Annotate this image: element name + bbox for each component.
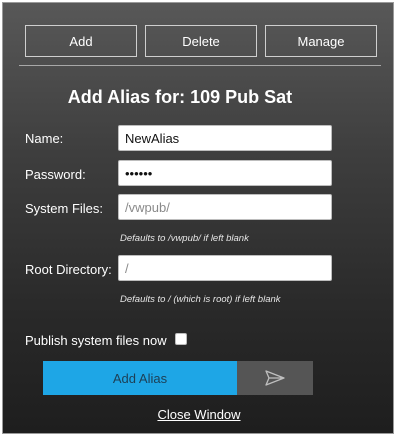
- publish-checkbox[interactable]: [175, 333, 187, 345]
- password-label: Password:: [25, 167, 86, 182]
- system-files-field[interactable]: [118, 194, 332, 220]
- name-label: Name:: [25, 131, 64, 146]
- manage-button[interactable]: Manage: [265, 25, 377, 57]
- add-alias-button[interactable]: Add Alias: [43, 361, 237, 395]
- form-title: Add Alias for: 109 Pub Sat: [67, 87, 293, 107]
- send-button[interactable]: [237, 361, 313, 395]
- delete-button[interactable]: Delete: [145, 25, 257, 57]
- add-alias-panel: Add Delete Manage Add Alias for: 109 Pub…: [2, 2, 394, 434]
- root-directory-field[interactable]: [118, 255, 332, 281]
- root-directory-hint: Defaults to / (which is root) if left bl…: [120, 294, 281, 305]
- system-files-label: System Files:: [25, 201, 104, 216]
- close-window-link[interactable]: Close Window: [3, 407, 395, 422]
- add-button[interactable]: Add: [25, 25, 137, 57]
- publish-label: Publish system files now: [25, 333, 167, 348]
- root-directory-label: Root Directory:: [25, 262, 112, 277]
- divider: [19, 65, 381, 66]
- system-files-hint: Defaults to /vwpub/ if left blank: [120, 233, 249, 244]
- name-field[interactable]: [118, 125, 332, 151]
- password-field[interactable]: [118, 160, 332, 186]
- paper-plane-icon: [265, 370, 285, 386]
